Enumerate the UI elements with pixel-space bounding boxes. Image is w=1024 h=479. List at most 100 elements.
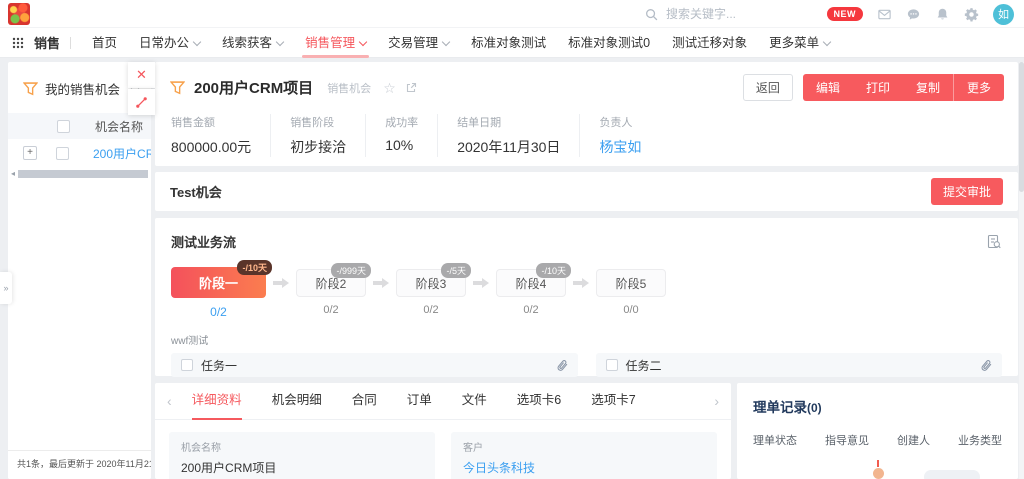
flow-log-icon[interactable]	[986, 234, 1002, 250]
stage-row: 阶段一 -/10天 0/2 阶段2 -/999天 0/2 阶段3	[171, 267, 1002, 319]
sidebar-expand-handle[interactable]: »	[0, 272, 12, 304]
bell-icon[interactable]	[935, 7, 950, 22]
app-grid-icon[interactable]	[12, 37, 24, 49]
search-input[interactable]	[664, 6, 814, 22]
key-fields-row: 销售金额 800000.00元 销售阶段 初步接洽 成功率 10% 结单日期 2…	[155, 101, 1018, 157]
stage-box[interactable]: 阶段3 -/5天	[396, 269, 466, 297]
crm-app: NEW 如 销售 首页 日常办公 线索获客 销售管理 交易管理 标准对象测试 标…	[0, 0, 1024, 479]
stage-box[interactable]: 阶段2 -/999天	[296, 269, 366, 297]
tabs-scroll-left-icon[interactable]: ‹	[167, 394, 172, 408]
double-chevron-icon: »	[3, 283, 8, 293]
paperclip-icon[interactable]	[554, 356, 571, 373]
tab-option6[interactable]: 选项卡6	[517, 383, 561, 420]
tab-files[interactable]: 文件	[462, 383, 487, 420]
cloud-shape	[924, 470, 980, 479]
nav-item-standard-object-test[interactable]: 标准对象测试	[471, 28, 546, 58]
back-button[interactable]: 返回	[743, 74, 793, 101]
stage-box[interactable]: 阶段5	[596, 269, 666, 297]
stage-box[interactable]: 阶段一 -/10天	[171, 267, 266, 298]
arrow-right-icon	[573, 278, 589, 288]
task-item-2[interactable]: 任务二	[596, 353, 1003, 377]
scrollbar-thumb[interactable]	[1019, 62, 1024, 192]
main-nav: 销售 首页 日常办公 线索获客 销售管理 交易管理 标准对象测试 标准对象测试0…	[0, 28, 1024, 58]
mail-icon[interactable]	[877, 7, 892, 22]
field-value: 800000.00元	[171, 137, 251, 157]
nav-item-standard-object-test0[interactable]: 标准对象测试0	[568, 28, 650, 58]
close-panel-button[interactable]: ✕	[128, 62, 155, 88]
nav-item-daily-office[interactable]: 日常办公	[139, 28, 200, 58]
stage-task-count: 0/0	[623, 304, 638, 316]
expand-row-button[interactable]: +	[23, 146, 37, 160]
owner-link[interactable]: 杨宝如	[599, 137, 641, 157]
records-count: (0)	[807, 401, 822, 415]
user-avatar[interactable]: 如	[993, 4, 1014, 25]
tabs-scroll-right-icon[interactable]: ›	[714, 394, 719, 408]
nav-item-trade-management[interactable]: 交易管理	[388, 28, 449, 58]
nav-item-label: 标准对象测试	[471, 36, 546, 50]
more-button[interactable]: 更多	[953, 74, 1004, 101]
row-checkbox[interactable]	[56, 147, 69, 160]
field-label: 结单日期	[457, 114, 560, 130]
field-value: 10%	[385, 137, 418, 153]
task-checkbox[interactable]	[181, 359, 193, 371]
flow-title: 测试业务流	[171, 232, 236, 251]
nav-item-lead-acquisition[interactable]: 线索获客	[222, 28, 283, 58]
table-header: 机会名称	[8, 113, 151, 139]
paperclip-icon[interactable]	[978, 356, 995, 373]
app-logo[interactable]	[8, 3, 30, 25]
nav-item-sales-management[interactable]: 销售管理	[305, 28, 366, 58]
business-flow-card: 测试业务流 阶段一 -/10天 0/2 阶段2 -/999天	[155, 218, 1018, 376]
scrollbar-thumb[interactable]	[18, 170, 148, 178]
field-owner: 负责人 杨宝如	[599, 114, 660, 157]
tab-order[interactable]: 订单	[407, 383, 432, 420]
copy-button[interactable]: 复制	[903, 74, 953, 101]
column-status: 理单状态	[753, 432, 797, 448]
tab-detail-info[interactable]: 详细资料	[192, 383, 242, 420]
horizontal-scrollbar[interactable]: ◂	[8, 169, 151, 178]
gear-icon[interactable]	[964, 7, 979, 22]
record-actions: 返回 编辑 打印 复制 更多	[743, 74, 1004, 101]
chat-icon[interactable]	[906, 7, 921, 22]
tab-opportunity-lines[interactable]: 机会明细	[272, 383, 322, 420]
stage-1: 阶段一 -/10天 0/2	[171, 267, 266, 319]
nav-item-label: 日常办公	[139, 36, 189, 50]
detail-field-customer: 客户 今日头条科技	[451, 432, 717, 479]
customer-link[interactable]: 今日头条科技	[463, 459, 705, 476]
scroll-left-icon[interactable]: ◂	[8, 169, 18, 178]
column-header-opportunity-name: 机会名称	[95, 118, 143, 135]
nav-item-home[interactable]: 首页	[92, 28, 117, 58]
funnel-icon	[170, 81, 185, 95]
submit-approval-button[interactable]: 提交审批	[931, 178, 1003, 205]
field-value: 初步接洽	[290, 137, 346, 157]
record-title-row: 200用户CRM项目 销售机会 ☆ 返回 编辑 打印 复制 更多	[155, 62, 1018, 101]
nav-item-label: 线索获客	[222, 36, 272, 50]
edit-button[interactable]: 编辑	[803, 74, 853, 101]
open-external-icon[interactable]	[405, 82, 417, 94]
figure-detail	[877, 460, 879, 467]
detail-tabs-card: ‹ 详细资料 机会明细 合同 订单 文件 选项卡6 选项卡7 › 机会名称 20…	[155, 383, 731, 479]
new-badge: NEW	[827, 7, 864, 21]
select-all-checkbox[interactable]	[57, 120, 70, 133]
nav-divider	[70, 37, 71, 49]
task-checkbox[interactable]	[606, 359, 618, 371]
favorite-star-icon[interactable]: ☆	[383, 81, 396, 95]
field-label: 销售金额	[171, 114, 251, 130]
field-label: 机会名称	[181, 439, 423, 454]
opportunity-link[interactable]: 200用户CRM	[93, 145, 151, 162]
tab-option7[interactable]: 选项卡7	[591, 383, 635, 420]
tab-contract[interactable]: 合同	[352, 383, 377, 420]
nav-item-migration-test-object[interactable]: 测试迁移对象	[672, 28, 747, 58]
stage-task-count[interactable]: 0/2	[210, 305, 227, 319]
resize-panel-button[interactable]	[128, 89, 155, 115]
print-button[interactable]: 打印	[853, 74, 903, 101]
nav-item-more-menu[interactable]: 更多菜单	[769, 28, 830, 58]
nav-item-label: 交易管理	[388, 36, 438, 50]
task-item-1[interactable]: 任务一	[171, 353, 578, 377]
detail-fields-row: 机会名称 200用户CRM项目 客户 今日头条科技	[155, 420, 731, 479]
stage-box[interactable]: 阶段4 -/10天	[496, 269, 566, 297]
stage-2: 阶段2 -/999天 0/2	[296, 267, 366, 316]
vertical-scrollbar[interactable]	[1019, 62, 1024, 479]
opportunity-list-panel: 我的销售机会 机会名称 + 200用户CRM ◂ 共1条，最后更新于 2020年…	[8, 62, 151, 479]
nav-item-label: 销售管理	[305, 36, 355, 50]
search-icon	[645, 8, 658, 21]
